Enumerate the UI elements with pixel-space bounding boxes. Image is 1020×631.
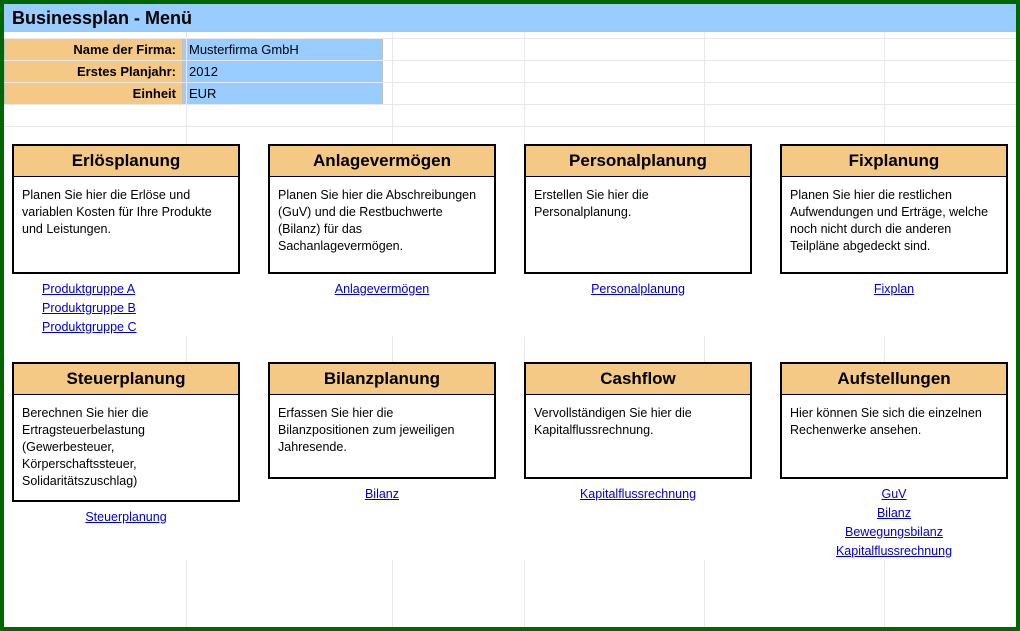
link-kapitalflussrechnung-2[interactable]: Kapitalflussrechnung [836, 544, 952, 558]
card-title: Bilanzplanung [270, 364, 494, 395]
link-bilanz-2[interactable]: Bilanz [877, 506, 911, 520]
unit-value[interactable]: EUR [183, 83, 383, 105]
card-fixplanung: Fixplanung Planen Sie hier die restliche… [780, 144, 1008, 336]
card-desc: Berechnen Sie hier die Ertragsteuerbelas… [14, 395, 238, 499]
link-fixplan[interactable]: Fixplan [874, 282, 914, 296]
link-personalplanung[interactable]: Personalplanung [591, 282, 685, 296]
card-title: Aufstellungen [782, 364, 1006, 395]
card-desc: Erstellen Sie hier die Personalplanung. [526, 177, 750, 272]
link-bilanz[interactable]: Bilanz [365, 487, 399, 501]
page-title: Businessplan - Menü [4, 4, 1016, 32]
card-desc: Planen Sie hier die Erlöse und variablen… [14, 177, 238, 272]
link-anlagevermoegen[interactable]: Anlagevermögen [335, 282, 430, 296]
card-desc: Erfassen Sie hier die Bilanzpositionen z… [270, 395, 494, 477]
card-erloesplanung: Erlösplanung Planen Sie hier die Erlöse … [12, 144, 240, 336]
card-desc: Vervollständigen Sie hier die Kapitalflu… [526, 395, 750, 477]
card-links: Produktgruppe A Produktgruppe B Produktg… [12, 280, 240, 336]
card-title: Personalplanung [526, 146, 750, 177]
link-produktgruppe-a[interactable]: Produktgruppe A [42, 282, 135, 296]
card-links: GuV Bilanz Bewegungsbilanz Kapitalflussr… [780, 485, 1008, 560]
cards-grid: Erlösplanung Planen Sie hier die Erlöse … [12, 144, 1008, 560]
link-kapitalflussrechnung[interactable]: Kapitalflussrechnung [580, 487, 696, 501]
year-label: Erstes Planjahr: [5, 61, 183, 83]
card-aufstellungen: Aufstellungen Hier können Sie sich die e… [780, 362, 1008, 560]
card-links: Anlagevermögen [268, 280, 496, 299]
card-cashflow: Cashflow Vervollständigen Sie hier die K… [524, 362, 752, 560]
card-links: Fixplan [780, 280, 1008, 299]
unit-label: Einheit [5, 83, 183, 105]
link-produktgruppe-b[interactable]: Produktgruppe B [42, 301, 136, 315]
firm-label: Name der Firma: [5, 39, 183, 61]
card-links: Bilanz [268, 485, 496, 504]
info-table: Name der Firma: Musterfirma GmbH Erstes … [4, 38, 383, 105]
card-title: Fixplanung [782, 146, 1006, 177]
card-desc: Planen Sie hier die Abschreibungen (GuV)… [270, 177, 494, 272]
year-value[interactable]: 2012 [183, 61, 383, 83]
card-links: Personalplanung [524, 280, 752, 299]
link-produktgruppe-c[interactable]: Produktgruppe C [42, 320, 137, 334]
card-desc: Planen Sie hier die restlichen Aufwendun… [782, 177, 1006, 272]
firm-value[interactable]: Musterfirma GmbH [183, 39, 383, 61]
card-title: Steuerplanung [14, 364, 238, 395]
card-title: Anlagevermögen [270, 146, 494, 177]
card-personalplanung: Personalplanung Erstellen Sie hier die P… [524, 144, 752, 336]
card-anlagevermoegen: Anlagevermögen Planen Sie hier die Absch… [268, 144, 496, 336]
card-title: Erlösplanung [14, 146, 238, 177]
card-links: Steuerplanung [12, 508, 240, 527]
link-steuerplanung[interactable]: Steuerplanung [85, 510, 166, 524]
card-links: Kapitalflussrechnung [524, 485, 752, 504]
card-title: Cashflow [526, 364, 750, 395]
card-desc: Hier können Sie sich die einzelnen Reche… [782, 395, 1006, 477]
businessplan-menu-frame: Businessplan - Menü Name der Firma: Must… [0, 0, 1020, 631]
card-steuerplanung: Steuerplanung Berechnen Sie hier die Ert… [12, 362, 240, 560]
card-bilanzplanung: Bilanzplanung Erfassen Sie hier die Bila… [268, 362, 496, 560]
link-bewegungsbilanz[interactable]: Bewegungsbilanz [845, 525, 943, 539]
link-guv[interactable]: GuV [881, 487, 906, 501]
